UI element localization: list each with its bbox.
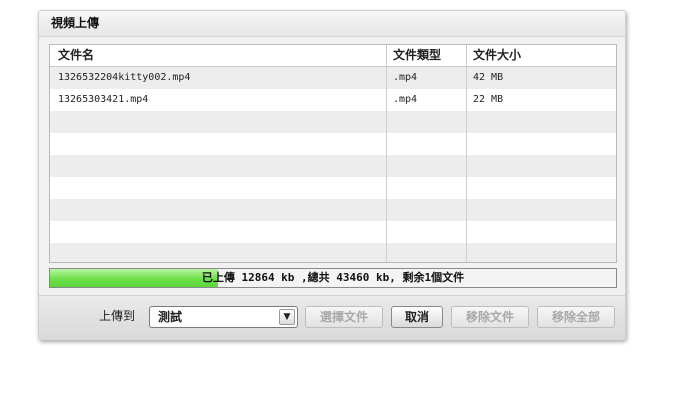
column-header-filesize[interactable]: 文件大小	[467, 45, 616, 66]
column-header-filetype[interactable]: 文件類型	[387, 45, 467, 66]
progress-status-text: 已上傳 12864 kb ,總共 43460 kb, 剩余1個文件	[201, 271, 465, 284]
select-files-button[interactable]: 選擇文件	[305, 306, 383, 328]
empty-row	[50, 177, 616, 199]
dialog-footer: 上傳到 測試 ▼ 選擇文件 取消 移除文件 移除全部	[39, 295, 625, 340]
table-row[interactable]: 1326532204kitty002.mp4 .mp4 42 MB	[50, 67, 616, 89]
folder-select-value: 測試	[158, 310, 183, 324]
remove-all-button[interactable]: 移除全部	[537, 306, 615, 328]
empty-row	[50, 243, 616, 262]
folder-select[interactable]: 測試 ▼	[149, 306, 298, 328]
table-row[interactable]: 13265303421.mp4 .mp4 22 MB	[50, 89, 616, 111]
cell-filename: 1326532204kitty002.mp4	[50, 67, 387, 89]
dialog-title: 視頻上傳	[39, 11, 625, 37]
chevron-down-icon[interactable]: ▼	[279, 309, 295, 325]
cell-filetype: .mp4	[387, 89, 467, 111]
upload-progress-bar: 已上傳 12864 kb ,總共 43460 kb, 剩余1個文件	[49, 268, 617, 288]
empty-row	[50, 133, 616, 155]
cancel-button[interactable]: 取消	[391, 306, 443, 328]
cell-filesize: 22 MB	[473, 94, 504, 105]
empty-row	[50, 111, 616, 133]
cell-filesize: 42 MB	[473, 72, 504, 83]
upload-to-label: 上傳到	[99, 309, 136, 323]
empty-row	[50, 155, 616, 177]
table-body: 1326532204kitty002.mp4 .mp4 42 MB 132653…	[50, 67, 616, 262]
empty-row	[50, 221, 616, 243]
cell-filetype: .mp4	[387, 67, 467, 89]
empty-row	[50, 199, 616, 221]
cell-filename: 13265303421.mp4	[50, 89, 387, 111]
upload-dialog: 視頻上傳 文件名 文件類型 文件大小 1326532204kitty002.mp…	[38, 10, 626, 340]
table-header: 文件名 文件類型 文件大小	[50, 45, 616, 67]
remove-file-button[interactable]: 移除文件	[451, 306, 529, 328]
column-header-filename[interactable]: 文件名	[50, 45, 387, 66]
file-table: 文件名 文件類型 文件大小 1326532204kitty002.mp4 .mp…	[49, 44, 617, 263]
